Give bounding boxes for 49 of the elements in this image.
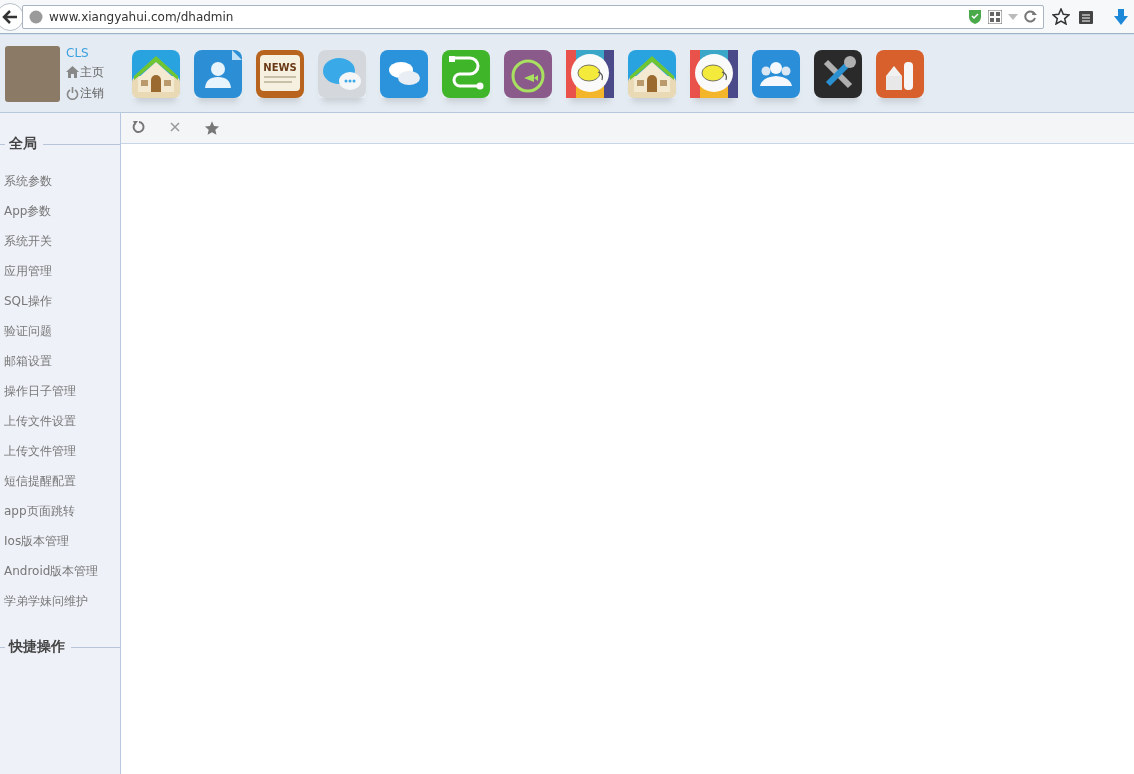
url-text: www.xiangyahui.com/dhadmin xyxy=(49,9,235,24)
back-arrow-icon[interactable] xyxy=(2,9,18,24)
sidebar-item[interactable]: Ios版本管理 xyxy=(0,526,120,556)
app-tile-button[interactable] xyxy=(318,49,366,98)
power-icon xyxy=(66,86,79,100)
app-tile-button[interactable] xyxy=(194,49,242,98)
qr-code-icon[interactable] xyxy=(988,9,1002,24)
app-tile-button[interactable] xyxy=(442,49,490,98)
sidebar-item[interactable]: 上传文件设置 xyxy=(0,406,120,436)
app-tile-button[interactable] xyxy=(132,49,180,98)
app-tile-button[interactable] xyxy=(566,49,614,98)
sidebar-item[interactable]: App参数 xyxy=(0,196,120,226)
sidebar-item[interactable]: 上传文件管理 xyxy=(0,436,120,466)
refresh-button[interactable] xyxy=(132,120,148,136)
app-tile-button[interactable] xyxy=(380,49,428,98)
avatar-photo-placeholder xyxy=(5,45,60,102)
sidebar-item[interactable]: Android版本管理 xyxy=(0,556,120,586)
sidebar-item[interactable]: 邮箱设置 xyxy=(0,346,120,376)
sidebar-item[interactable]: 短信提醒配置 xyxy=(0,466,120,496)
sidebar-item[interactable]: app页面跳转 xyxy=(0,496,120,526)
app-tile-button[interactable] xyxy=(814,49,862,98)
sidebar-item[interactable]: 系统参数 xyxy=(0,166,120,196)
app-tile-button[interactable] xyxy=(504,49,552,98)
reload-icon[interactable] xyxy=(1024,10,1037,23)
back-button[interactable] xyxy=(0,2,24,31)
sidebar-item[interactable]: 学弟学妹问维护 xyxy=(0,586,120,616)
favorite-star-button[interactable] xyxy=(204,120,220,136)
globe-icon xyxy=(29,9,43,24)
shield-icon xyxy=(968,9,982,24)
sidebar-item[interactable]: SQL操作 xyxy=(0,286,120,316)
sidebar-item[interactable]: 应用管理 xyxy=(0,256,120,286)
sidebar-item[interactable]: 系统开关 xyxy=(0,226,120,256)
download-icon[interactable] xyxy=(1114,8,1128,25)
section-heading: 全局 xyxy=(8,135,38,153)
logout-link[interactable]: 注销 xyxy=(66,84,126,102)
address-bar[interactable]: www.xiangyahui.com/dhadmin xyxy=(22,4,1044,29)
app-tile-button[interactable] xyxy=(628,49,676,98)
sidebar-item[interactable]: 操作日子管理 xyxy=(0,376,120,406)
bookmark-star-icon[interactable] xyxy=(1052,8,1070,25)
app-tile-button[interactable] xyxy=(876,49,924,98)
user-name[interactable]: CLS xyxy=(66,45,126,60)
app-tile-button[interactable]: NEWS xyxy=(256,49,304,98)
home-icon xyxy=(66,66,79,78)
sidebar-item[interactable]: 验证问题 xyxy=(0,316,120,346)
home-link[interactable]: 主页 xyxy=(66,63,126,81)
app-tile-button[interactable] xyxy=(752,49,800,98)
section-heading: 快捷操作 xyxy=(7,638,66,656)
app-tile-button[interactable] xyxy=(690,49,738,98)
reading-list-icon[interactable] xyxy=(1078,8,1094,25)
